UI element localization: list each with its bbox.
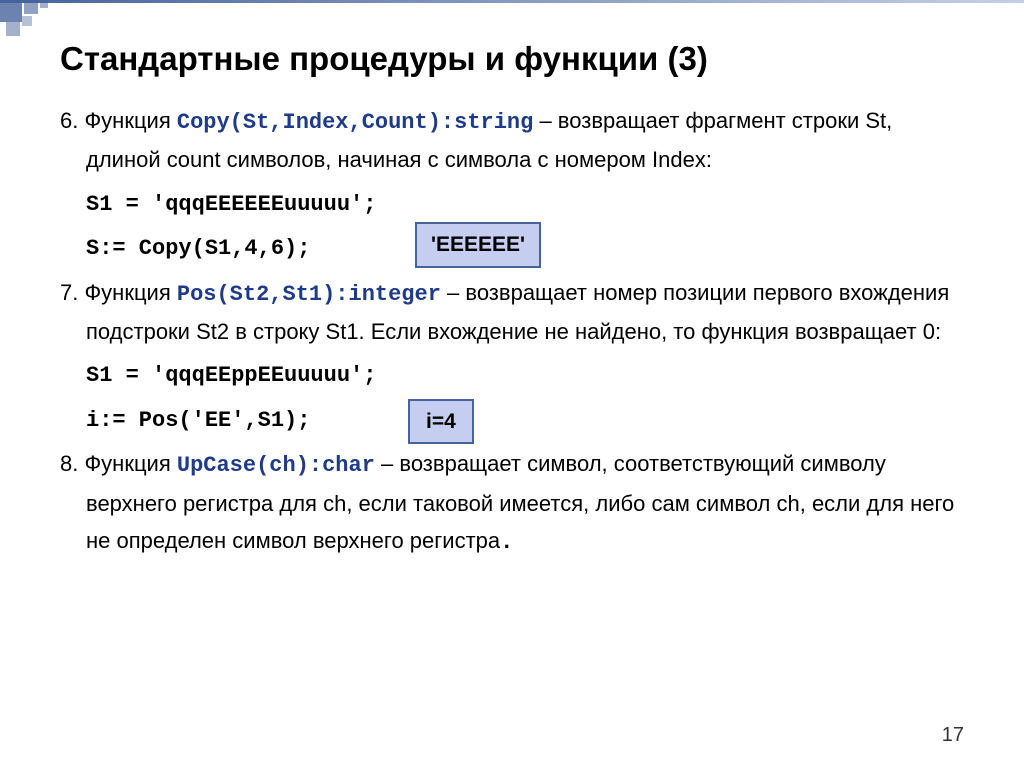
item6-line1: S1 = 'qqqEEEEEEuuuuu'; bbox=[86, 192, 376, 217]
item7-line2: i:= Pos('EE',S1); bbox=[86, 408, 310, 433]
item8-prefix: 8. Функция bbox=[60, 451, 177, 476]
item7-code: Pos(St2,St1):integer bbox=[177, 282, 441, 307]
item-8: 8. Функция UpCase(ch):char – возвращает … bbox=[60, 445, 964, 561]
body-text: 6. Функция Copy(St,Index,Count):string –… bbox=[60, 102, 964, 561]
page-number: 17 bbox=[942, 724, 964, 747]
item7-prefix: 7. Функция bbox=[60, 280, 177, 305]
gradient-bar bbox=[0, 0, 1024, 3]
item7-result-box: i=4 bbox=[408, 399, 474, 445]
item-7: 7. Функция Pos(St2,St1):integer – возвра… bbox=[60, 274, 964, 440]
item8-period: . bbox=[500, 530, 513, 555]
item6-code: Copy(St,Index,Count):string bbox=[177, 110, 533, 135]
item6-prefix: 6. Функция bbox=[60, 108, 177, 133]
corner-decoration bbox=[0, 0, 60, 60]
slide-content: Стандартные процедуры и функции (3) 6. Ф… bbox=[0, 0, 1024, 587]
item-6: 6. Функция Copy(St,Index,Count):string –… bbox=[60, 102, 964, 268]
slide-title: Стандартные процедуры и функции (3) bbox=[60, 40, 964, 78]
item6-line2: S:= Copy(S1,4,6); bbox=[86, 236, 310, 261]
item6-result-box: 'EEEEEE' bbox=[415, 222, 541, 268]
item7-line1: S1 = 'qqqEEppEEuuuuu'; bbox=[86, 363, 376, 388]
item8-code: UpCase(ch):char bbox=[177, 453, 375, 478]
